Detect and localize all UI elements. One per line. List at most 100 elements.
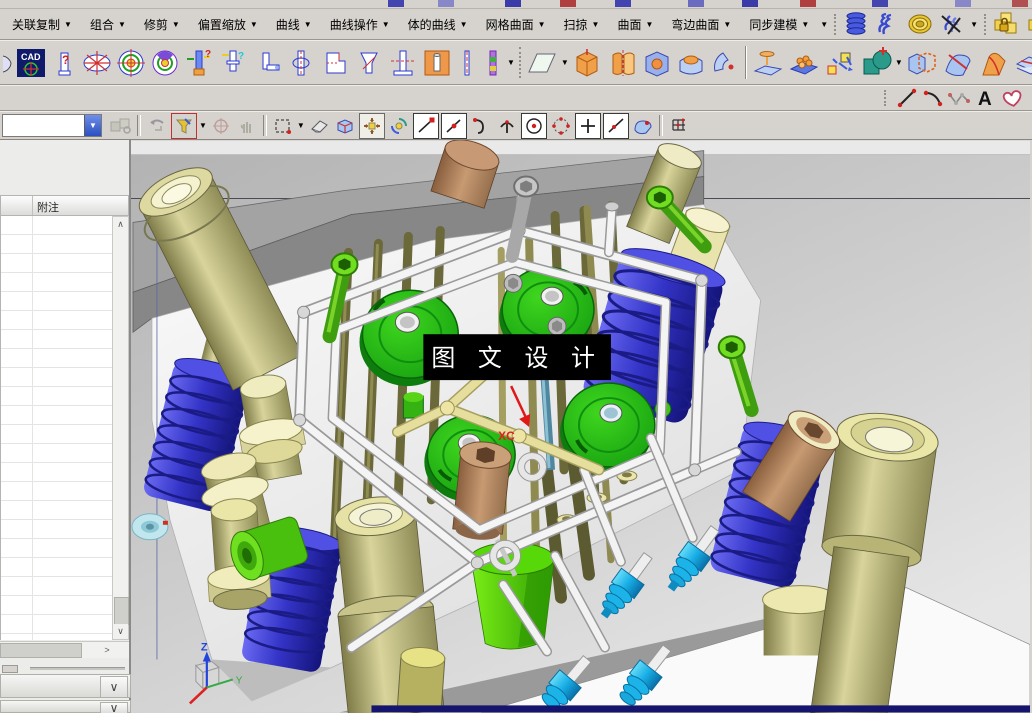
boolean-unite-icon[interactable] <box>859 44 893 82</box>
revert-icon[interactable] <box>145 114 169 138</box>
horizontal-scrollbar[interactable]: > <box>0 641 129 658</box>
grid-snap-icon[interactable] <box>667 114 691 138</box>
toolbar-grip[interactable] <box>984 13 987 35</box>
cyan-washer[interactable] <box>131 513 169 541</box>
table-row[interactable] <box>1 387 112 406</box>
table-row[interactable] <box>1 254 112 273</box>
panel-splitter[interactable] <box>0 664 131 673</box>
endpoint-snap-icon[interactable] <box>412 112 439 139</box>
toolbar-overflow[interactable]: ▼ <box>820 20 828 29</box>
table-row[interactable] <box>1 216 112 235</box>
wave-lock-icon[interactable] <box>992 9 1022 39</box>
menu-assoc-copy[interactable]: 关联复制 ▼ <box>4 13 80 36</box>
coil-spring-icon[interactable] <box>842 9 870 39</box>
menu-combine[interactable]: 组合 ▼ <box>82 13 134 36</box>
marquee-select-icon[interactable] <box>271 114 295 138</box>
suppress-spring-icon[interactable] <box>938 9 966 39</box>
helix-spring-icon[interactable] <box>874 9 902 39</box>
table-row[interactable] <box>1 406 112 425</box>
table-row[interactable] <box>1 482 112 501</box>
expand-section-button[interactable]: ∨ <box>100 701 128 713</box>
vertical-scrollbar[interactable]: ∧ ∨ <box>112 216 129 640</box>
menu-trim[interactable]: 修剪 ▼ <box>136 13 188 36</box>
collapsed-section-1[interactable]: ∨ <box>0 674 131 698</box>
split-body-icon[interactable] <box>607 44 639 82</box>
revolve-sector-icon[interactable] <box>709 44 741 82</box>
table-row[interactable] <box>1 615 112 634</box>
gate-funnel-icon[interactable] <box>353 44 385 82</box>
linked-body-icon[interactable] <box>905 44 939 82</box>
menu-sync-modeling[interactable]: 同步建模 ▼ <box>741 13 817 36</box>
menu-body-curve[interactable]: 体的曲线 ▼ <box>400 13 476 36</box>
plus-snap-icon[interactable] <box>574 112 601 139</box>
intersection-snap-icon[interactable] <box>495 114 519 138</box>
hole-icon[interactable] <box>641 44 673 82</box>
menu-flange-surface[interactable]: 弯边曲面 ▼ <box>663 13 739 36</box>
pin-spacing-icon[interactable] <box>285 44 317 82</box>
center-snap-icon[interactable] <box>520 112 547 139</box>
scroll-down-button[interactable]: ∨ <box>113 624 128 639</box>
sketch-icon[interactable] <box>525 44 559 82</box>
midpoint-snap-icon[interactable] <box>440 112 467 139</box>
text-icon[interactable]: A <box>973 86 997 110</box>
wave-lock-alt-icon[interactable] <box>1026 9 1032 39</box>
post-tool-icon[interactable] <box>387 44 419 82</box>
tangent-snap-icon[interactable] <box>469 114 493 138</box>
rotate-target-icon[interactable] <box>209 114 233 138</box>
studio-spline-icon[interactable] <box>999 86 1023 110</box>
ball-tray-icon[interactable] <box>787 44 821 82</box>
quadrant-snap-icon[interactable] <box>549 114 573 138</box>
assembly-link-icon[interactable] <box>109 114 133 138</box>
toolbar-grip[interactable] <box>884 89 891 107</box>
boss-icon[interactable] <box>675 44 707 82</box>
selection-filter-combo[interactable]: ▼ <box>2 114 102 137</box>
line-icon[interactable] <box>895 86 919 110</box>
scrollbar-thumb[interactable] <box>114 597 129 625</box>
table-row[interactable] <box>1 292 112 311</box>
parting-surface-icon[interactable] <box>81 44 113 82</box>
orient-handles-icon[interactable] <box>358 112 385 139</box>
scrollbar-thumb[interactable] <box>0 643 82 658</box>
washer-stack-icon[interactable] <box>906 9 934 39</box>
menu-mesh-surface[interactable]: 网格曲面 ▼ <box>478 13 554 36</box>
toolbar-overflow[interactable]: ▼ <box>507 58 515 67</box>
table-row[interactable] <box>1 425 112 444</box>
table-row[interactable] <box>1 577 112 596</box>
splitter-handle[interactable] <box>2 665 18 673</box>
table-row[interactable] <box>1 330 112 349</box>
toolbar-grip[interactable] <box>834 13 837 35</box>
table-body[interactable] <box>0 216 112 640</box>
toolbar-grip[interactable] <box>518 47 521 78</box>
pan-handles-icon[interactable] <box>387 114 411 138</box>
filter-highlight-icon[interactable] <box>171 112 197 139</box>
graphics-window[interactable]: XC 图 文 设 计 Z Y <box>131 140 1030 713</box>
menu-surface[interactable]: 曲面 ▼ <box>609 13 661 36</box>
table-row[interactable] <box>1 311 112 330</box>
collapsed-section-2[interactable]: ∨ <box>0 700 131 713</box>
sheet-trim-icon[interactable] <box>941 44 975 82</box>
table-header-comment[interactable]: 附注 <box>33 196 128 215</box>
datum-lift-icon[interactable] <box>751 44 785 82</box>
pin-stub[interactable] <box>396 646 446 711</box>
scroll-right-button[interactable]: > <box>99 642 115 657</box>
table-row[interactable] <box>1 634 112 640</box>
side-pin-icon[interactable] <box>251 44 283 82</box>
arc-icon[interactable] <box>921 86 945 110</box>
menu-curve[interactable]: 曲线 ▼ <box>268 13 320 36</box>
ejector-pin-question-icon[interactable]: ? <box>49 44 79 82</box>
eraser-snap-icon[interactable] <box>307 114 331 138</box>
menu-curve-ops[interactable]: 曲线操作 ▼ <box>322 13 398 36</box>
point-on-face-snap-icon[interactable] <box>631 114 655 138</box>
table-row[interactable] <box>1 235 112 254</box>
table-header-col0[interactable] <box>1 196 33 215</box>
model-canvas[interactable]: XC 图 文 设 计 Z Y <box>131 140 1030 713</box>
scroll-up-button[interactable]: ∧ <box>113 217 128 232</box>
mold-frame-icon[interactable] <box>421 44 453 82</box>
corner-insert-icon[interactable] <box>319 44 351 82</box>
pin-inquiry-alt-icon[interactable]: ? <box>217 44 249 82</box>
move-object-icon[interactable] <box>823 44 857 82</box>
table-row[interactable] <box>1 273 112 292</box>
point-on-curve-snap-icon[interactable] <box>602 112 629 139</box>
cavity-layout-icon[interactable] <box>149 44 181 82</box>
expand-section-button[interactable]: ∨ <box>100 676 128 698</box>
